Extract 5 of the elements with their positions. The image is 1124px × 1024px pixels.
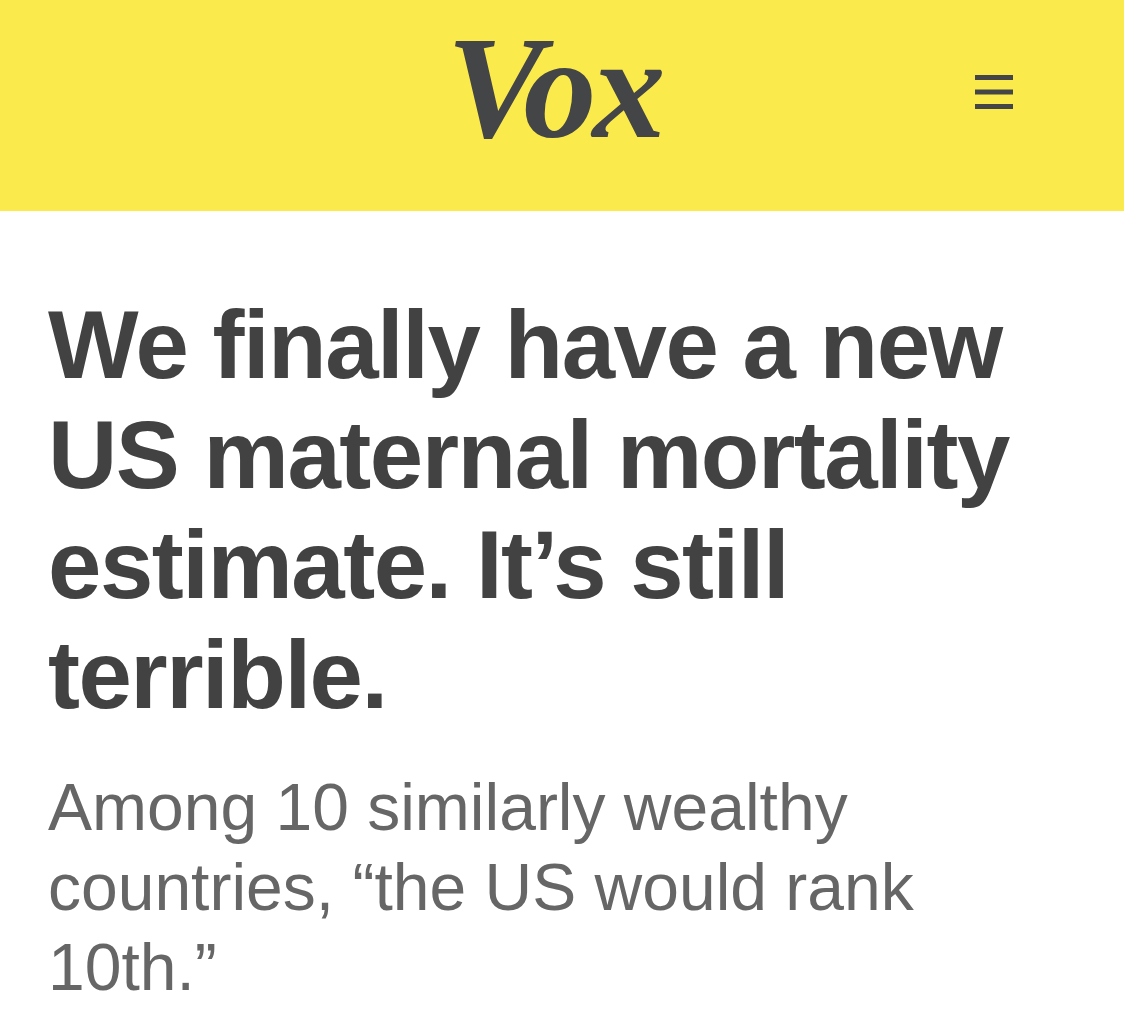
site-logo[interactable]: Vox <box>442 14 682 161</box>
article-subheadline: Among 10 similarly wealthy countries, “the US would rank 10th.” <box>48 769 915 1006</box>
article-headline: We finally have a new US maternal mortality estimate. It’s still terrible. <box>48 290 1011 730</box>
menu-button[interactable] <box>975 74 1013 109</box>
menu-icon <box>975 74 1013 109</box>
